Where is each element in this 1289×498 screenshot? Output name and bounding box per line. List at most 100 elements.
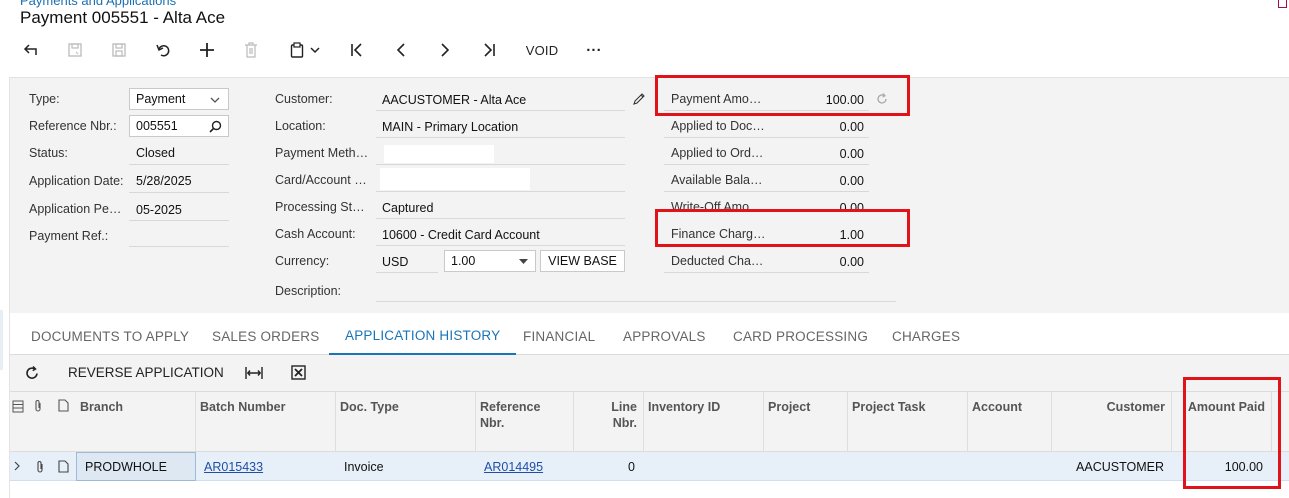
chevron-right-icon	[441, 43, 450, 57]
grid-toolbar: REVERSE APPLICATION	[10, 355, 1289, 391]
application-date-label: Application Date:	[29, 174, 124, 188]
deducted-charges-value: 0.00	[839, 255, 864, 269]
void-button[interactable]: VOID	[520, 32, 564, 68]
tab-bar: DOCUMENTS TO APPLY SALES ORDERS APPLICAT…	[10, 318, 1289, 355]
reference-nbr-input[interactable]: 005551	[129, 115, 229, 137]
back-button[interactable]	[20, 32, 42, 68]
document-summary-form	[10, 77, 1289, 313]
column-header-account[interactable]: Account	[968, 392, 1052, 451]
cash-account-label: Cash Account:	[275, 227, 356, 241]
processing-status-label: Processing St…	[275, 200, 365, 214]
location-label: Location:	[275, 119, 326, 133]
column-header-line-nbr[interactable]: Line Nbr.	[574, 392, 644, 451]
more-actions-button[interactable]: ···	[580, 32, 608, 68]
customer-value[interactable]: AACUSTOMER - Alta Ace	[382, 93, 526, 107]
bookmark-icon[interactable]	[1278, 0, 1287, 8]
clipboard-icon	[290, 42, 304, 58]
attachment-icon[interactable]	[35, 460, 45, 474]
view-base-button[interactable]: VIEW BASE	[540, 250, 625, 272]
refresh-icon[interactable]	[24, 365, 40, 381]
fit-columns-icon[interactable]	[245, 366, 263, 380]
description-field[interactable]	[376, 301, 896, 302]
type-label: Type:	[29, 92, 60, 106]
redacted-payment-method	[384, 145, 494, 163]
table-row[interactable]: PRODWHOLE AR015433 Invoice AR014495 0 AA…	[10, 452, 1289, 481]
grid-header: Branch Batch Number Doc. Type Reference …	[10, 391, 1289, 452]
save-button[interactable]	[108, 32, 130, 68]
tab-application-history[interactable]: APPLICATION HISTORY	[329, 318, 517, 355]
application-period-label: Application Pe…	[29, 202, 122, 216]
breadcrumb[interactable]: Payments and Applications	[20, 0, 176, 8]
left-sidebar-accent	[0, 310, 3, 370]
row-selector-icon[interactable]	[12, 400, 24, 413]
attachment-icon[interactable]	[33, 399, 43, 413]
applied-to-docs-value: 0.00	[839, 120, 864, 134]
first-icon	[351, 43, 362, 57]
column-header-branch[interactable]: Branch	[76, 392, 196, 451]
payment-method-label: Payment Meth…	[275, 146, 369, 160]
cell-batch-number[interactable]: AR015433	[204, 452, 263, 481]
payment-ref-label: Payment Ref.:	[29, 229, 109, 243]
copy-paste-button[interactable]	[284, 32, 326, 68]
chevron-right-icon[interactable]	[13, 461, 21, 471]
plus-icon	[200, 43, 214, 57]
location-value[interactable]: MAIN - Primary Location	[382, 120, 518, 134]
last-record-button[interactable]	[478, 32, 500, 68]
column-header-project[interactable]: Project	[764, 392, 848, 451]
reverse-application-button[interactable]: REVERSE APPLICATION	[68, 365, 224, 380]
currency-label: Currency:	[275, 254, 330, 268]
deducted-charges-label: Deducted Cha…	[671, 254, 764, 268]
first-record-button[interactable]	[346, 32, 368, 68]
application-date-value[interactable]: 5/28/2025	[136, 174, 192, 188]
application-period-value[interactable]: 05-2025	[136, 203, 182, 217]
main-toolbar: VOID ···	[0, 32, 700, 68]
highlight-amount-paid	[1183, 377, 1281, 489]
add-button[interactable]	[196, 32, 218, 68]
processing-status-value: Captured	[382, 201, 434, 215]
cell-branch[interactable]: PRODWHOLE	[76, 452, 196, 481]
applied-to-orders-value: 0.00	[839, 147, 864, 161]
tab-sales-orders[interactable]: SALES ORDERS	[212, 318, 319, 354]
cell-customer: AACUSTOMER	[1076, 459, 1164, 474]
save-close-icon	[68, 43, 82, 57]
reference-nbr-value: 005551	[136, 119, 178, 133]
column-header-customer[interactable]: Customer	[1052, 392, 1172, 451]
highlight-payment-amount	[655, 75, 910, 116]
tab-card-processing[interactable]: CARD PROCESSING	[733, 318, 868, 354]
caret-down-icon	[519, 259, 528, 264]
next-record-button[interactable]	[434, 32, 456, 68]
column-header-project-task[interactable]: Project Task	[848, 392, 968, 451]
cell-reference-nbr[interactable]: AR014495	[484, 452, 543, 481]
cash-account-value[interactable]: 10600 - Credit Card Account	[382, 228, 540, 242]
currency-rate-value: 1.00	[451, 254, 476, 268]
edit-pencil-icon[interactable]	[632, 92, 646, 106]
customer-label: Customer:	[275, 92, 333, 106]
previous-record-button[interactable]	[390, 32, 412, 68]
page-title: Payment 005551 - Alta Ace	[20, 8, 226, 27]
column-header-doc-type[interactable]: Doc. Type	[336, 392, 476, 451]
applied-to-docs-label: Applied to Doc…	[671, 119, 765, 133]
last-icon	[484, 43, 495, 57]
tab-financial[interactable]: FINANCIAL	[523, 318, 595, 354]
column-header-reference-nbr[interactable]: Reference Nbr.	[476, 392, 574, 451]
tab-charges[interactable]: CHARGES	[892, 318, 960, 354]
highlight-finance-charge	[655, 209, 910, 247]
save-icon	[112, 43, 126, 57]
currency-value[interactable]: USD	[382, 255, 408, 269]
status-label: Status:	[29, 146, 68, 160]
delete-button[interactable]	[240, 32, 262, 68]
card-account-label: Card/Account …	[275, 173, 367, 187]
save-close-button[interactable]	[64, 32, 86, 68]
undo-button[interactable]	[152, 32, 174, 68]
note-icon[interactable]	[58, 460, 69, 473]
note-icon[interactable]	[58, 399, 69, 412]
export-excel-icon[interactable]	[291, 365, 306, 380]
description-label: Description:	[275, 284, 341, 298]
column-header-batch-number[interactable]: Batch Number	[196, 392, 336, 451]
type-select[interactable]: Payment	[129, 88, 229, 110]
currency-rate-select[interactable]: 1.00	[444, 250, 536, 272]
tab-approvals[interactable]: APPROVALS	[623, 318, 706, 354]
column-header-inventory-id[interactable]: Inventory ID	[644, 392, 764, 451]
tab-documents-to-apply[interactable]: DOCUMENTS TO APPLY	[31, 318, 189, 354]
back-arrow-icon	[23, 44, 37, 55]
